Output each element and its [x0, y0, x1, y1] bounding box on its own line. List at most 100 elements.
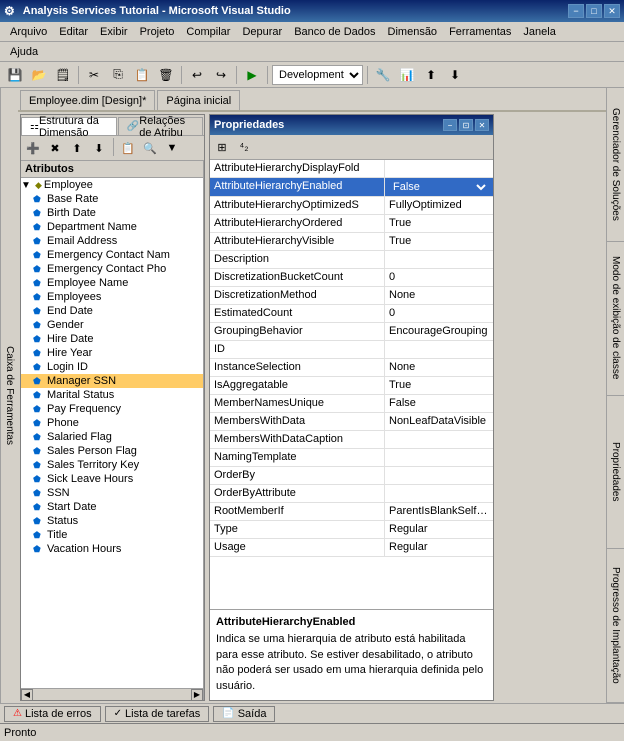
- props-val-9[interactable]: EncourageGrouping: [385, 323, 493, 340]
- tree-item-1[interactable]: ⬟ Birth Date: [21, 206, 203, 220]
- props-row-15[interactable]: MembersWithDataCaption: [210, 431, 493, 449]
- props-row-0[interactable]: AttributeHierarchyDisplayFold: [210, 160, 493, 178]
- props-val-17[interactable]: [385, 467, 493, 484]
- toolbar-paste[interactable]: 📋: [131, 64, 153, 86]
- props-row-3[interactable]: AttributeHierarchyOrdered True: [210, 215, 493, 233]
- tree-item-13[interactable]: ⬟ Manager SSN: [21, 374, 203, 388]
- props-val-11[interactable]: None: [385, 359, 493, 376]
- props-val-2[interactable]: FullyOptimized: [385, 197, 493, 214]
- toolbar-open[interactable]: 📂: [28, 64, 50, 86]
- title-bar-controls[interactable]: − □ ✕: [568, 4, 620, 18]
- menu-banco[interactable]: Banco de Dados: [288, 24, 381, 40]
- menu-arquivo[interactable]: Arquivo: [4, 24, 53, 40]
- props-val-0[interactable]: [385, 160, 493, 177]
- toolbar-btn-d[interactable]: ⬇: [444, 64, 466, 86]
- toolbar-btn-a[interactable]: 🔧: [372, 64, 394, 86]
- props-row-9[interactable]: GroupingBehavior EncourageGrouping: [210, 323, 493, 341]
- status-tab-saida[interactable]: 📄 Saída: [213, 706, 275, 722]
- props-val-1-select[interactable]: False True: [389, 180, 489, 194]
- tree-item-20[interactable]: ⬟ Sick Leave Hours: [21, 472, 203, 486]
- props-row-1[interactable]: AttributeHierarchyEnabled False True: [210, 178, 493, 197]
- toolbar-cut[interactable]: ✂: [83, 64, 105, 86]
- props-row-20[interactable]: Type Regular: [210, 521, 493, 539]
- props-row-10[interactable]: ID: [210, 341, 493, 359]
- props-title-controls[interactable]: − ⊡ ✕: [443, 119, 489, 131]
- tree-item-18[interactable]: ⬟ Sales Person Flag: [21, 444, 203, 458]
- tree-root-employee[interactable]: ▼ ◆ Employee: [21, 178, 203, 192]
- left-panel-label[interactable]: Caixa de Ferramentas: [0, 88, 18, 703]
- props-minimize[interactable]: −: [443, 119, 457, 131]
- sub-tab-estrutura[interactable]: ⚏ Estrutura da Dimensão: [21, 117, 117, 135]
- right-label-props[interactable]: Propriedades: [607, 396, 624, 550]
- toolbar-run[interactable]: ▶: [241, 64, 263, 86]
- tree-item-21[interactable]: ⬟ SSN: [21, 486, 203, 500]
- tree-item-3[interactable]: ⬟ Email Address: [21, 234, 203, 248]
- props-row-12[interactable]: IsAggregatable True: [210, 377, 493, 395]
- tree-item-15[interactable]: ⬟ Pay Frequency: [21, 402, 203, 416]
- props-val-21[interactable]: Regular: [385, 539, 493, 556]
- props-float[interactable]: ⊡: [459, 119, 473, 131]
- props-val-20[interactable]: Regular: [385, 521, 493, 538]
- toolbar-redo[interactable]: ↪: [210, 64, 232, 86]
- dim-btn-search[interactable]: 🔍: [140, 138, 160, 158]
- tree-item-8[interactable]: ⬟ End Date: [21, 304, 203, 318]
- props-close[interactable]: ✕: [475, 119, 489, 131]
- status-tab-erros[interactable]: ⚠ Lista de erros: [4, 706, 101, 722]
- tree-item-11[interactable]: ⬟ Hire Year: [21, 346, 203, 360]
- tree-item-14[interactable]: ⬟ Marital Status: [21, 388, 203, 402]
- scroll-right[interactable]: ▶: [191, 689, 203, 701]
- props-row-7[interactable]: DiscretizationMethod None: [210, 287, 493, 305]
- props-row-19[interactable]: RootMemberIf ParentIsBlankSelfOrMissing: [210, 503, 493, 521]
- props-val-16[interactable]: [385, 449, 493, 466]
- dim-btn-down[interactable]: ⬇: [89, 138, 109, 158]
- props-val-13[interactable]: False: [385, 395, 493, 412]
- props-val-15[interactable]: [385, 431, 493, 448]
- menu-ferramentas[interactable]: Ferramentas: [443, 24, 517, 40]
- props-sort-alpha[interactable]: ⁴₂: [234, 137, 254, 157]
- dim-btn-filter[interactable]: ▼: [162, 138, 182, 158]
- props-row-18[interactable]: OrderByAttribute: [210, 485, 493, 503]
- props-row-8[interactable]: EstimatedCount 0: [210, 305, 493, 323]
- props-val-7[interactable]: None: [385, 287, 493, 304]
- props-row-4[interactable]: AttributeHierarchyVisible True: [210, 233, 493, 251]
- props-val-5[interactable]: [385, 251, 493, 268]
- dim-btn-add[interactable]: ➕: [23, 138, 43, 158]
- tree-item-2[interactable]: ⬟ Department Name: [21, 220, 203, 234]
- props-row-6[interactable]: DiscretizationBucketCount 0: [210, 269, 493, 287]
- props-val-10[interactable]: [385, 341, 493, 358]
- menu-janela[interactable]: Janela: [517, 24, 561, 40]
- tree-item-6[interactable]: ⬟ Employee Name: [21, 276, 203, 290]
- tree-item-19[interactable]: ⬟ Sales Territory Key: [21, 458, 203, 472]
- toolbar-save-all[interactable]: 🗒: [52, 64, 74, 86]
- props-row-17[interactable]: OrderBy: [210, 467, 493, 485]
- props-val-18[interactable]: [385, 485, 493, 502]
- status-tab-tarefas[interactable]: ✓ Lista de tarefas: [105, 706, 210, 722]
- tree-item-9[interactable]: ⬟ Gender: [21, 318, 203, 332]
- props-val-14[interactable]: NonLeafDataVisible: [385, 413, 493, 430]
- props-row-16[interactable]: NamingTemplate: [210, 449, 493, 467]
- menu-dimensao[interactable]: Dimensão: [382, 24, 444, 40]
- props-sort-cat[interactable]: ⊞: [212, 137, 232, 157]
- props-val-4[interactable]: True: [385, 233, 493, 250]
- tree-item-4[interactable]: ⬟ Emergency Contact Nam: [21, 248, 203, 262]
- h-scroll[interactable]: ◀ ▶: [21, 688, 203, 700]
- dim-btn-del[interactable]: ✖: [45, 138, 65, 158]
- tree-item-22[interactable]: ⬟ Start Date: [21, 500, 203, 514]
- right-label-progresso[interactable]: Progresso de Implantação: [607, 549, 624, 703]
- dim-btn-view[interactable]: 📋: [118, 138, 138, 158]
- tree-item-0[interactable]: ⬟ Base Rate: [21, 192, 203, 206]
- toolbar-copy[interactable]: ⎘: [107, 64, 129, 86]
- toolbar-btn-b[interactable]: 📊: [396, 64, 418, 86]
- props-val-8[interactable]: 0: [385, 305, 493, 322]
- menu-projeto[interactable]: Projeto: [134, 24, 181, 40]
- toolbar-save[interactable]: 💾: [4, 64, 26, 86]
- dim-btn-up[interactable]: ⬆: [67, 138, 87, 158]
- maximize-button[interactable]: □: [586, 4, 602, 18]
- tree-item-7[interactable]: ⬟ Employees: [21, 290, 203, 304]
- props-val-1[interactable]: False True: [385, 178, 493, 196]
- props-row-5[interactable]: Description: [210, 251, 493, 269]
- tree-item-16[interactable]: ⬟ Phone: [21, 416, 203, 430]
- tab-welcome[interactable]: Página inicial: [157, 90, 240, 110]
- props-row-13[interactable]: MemberNamesUnique False: [210, 395, 493, 413]
- tab-employee-dim[interactable]: Employee.dim [Design]*: [20, 90, 155, 110]
